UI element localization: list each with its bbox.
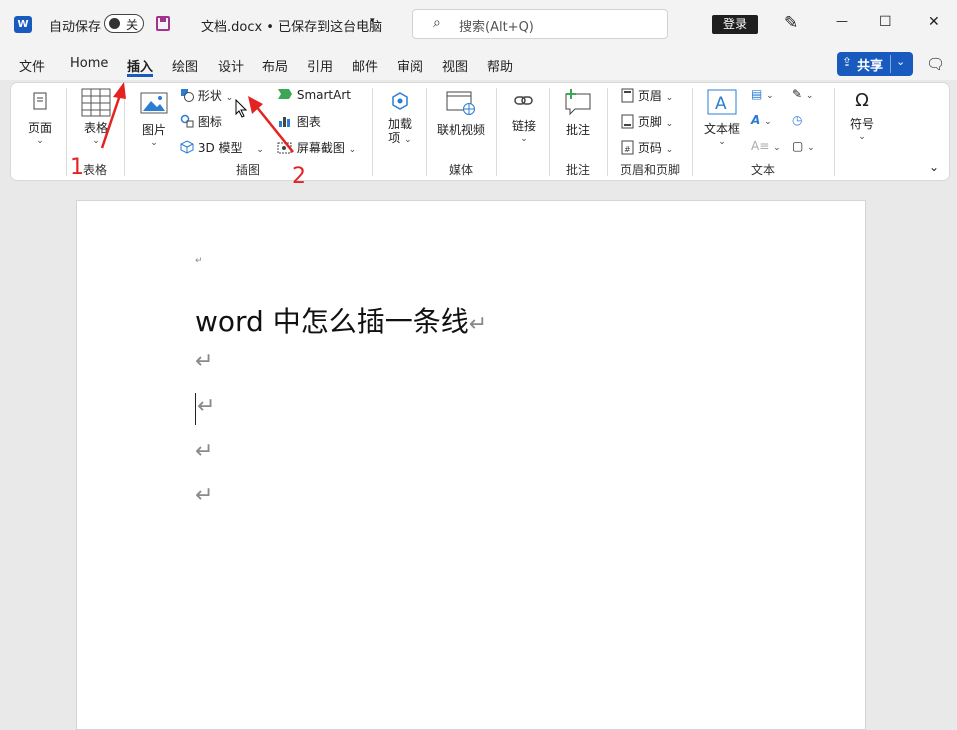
annotation-step-2: 2	[292, 164, 306, 189]
annotation-arrows	[100, 82, 294, 153]
annotation-step-1: 1	[70, 155, 84, 180]
